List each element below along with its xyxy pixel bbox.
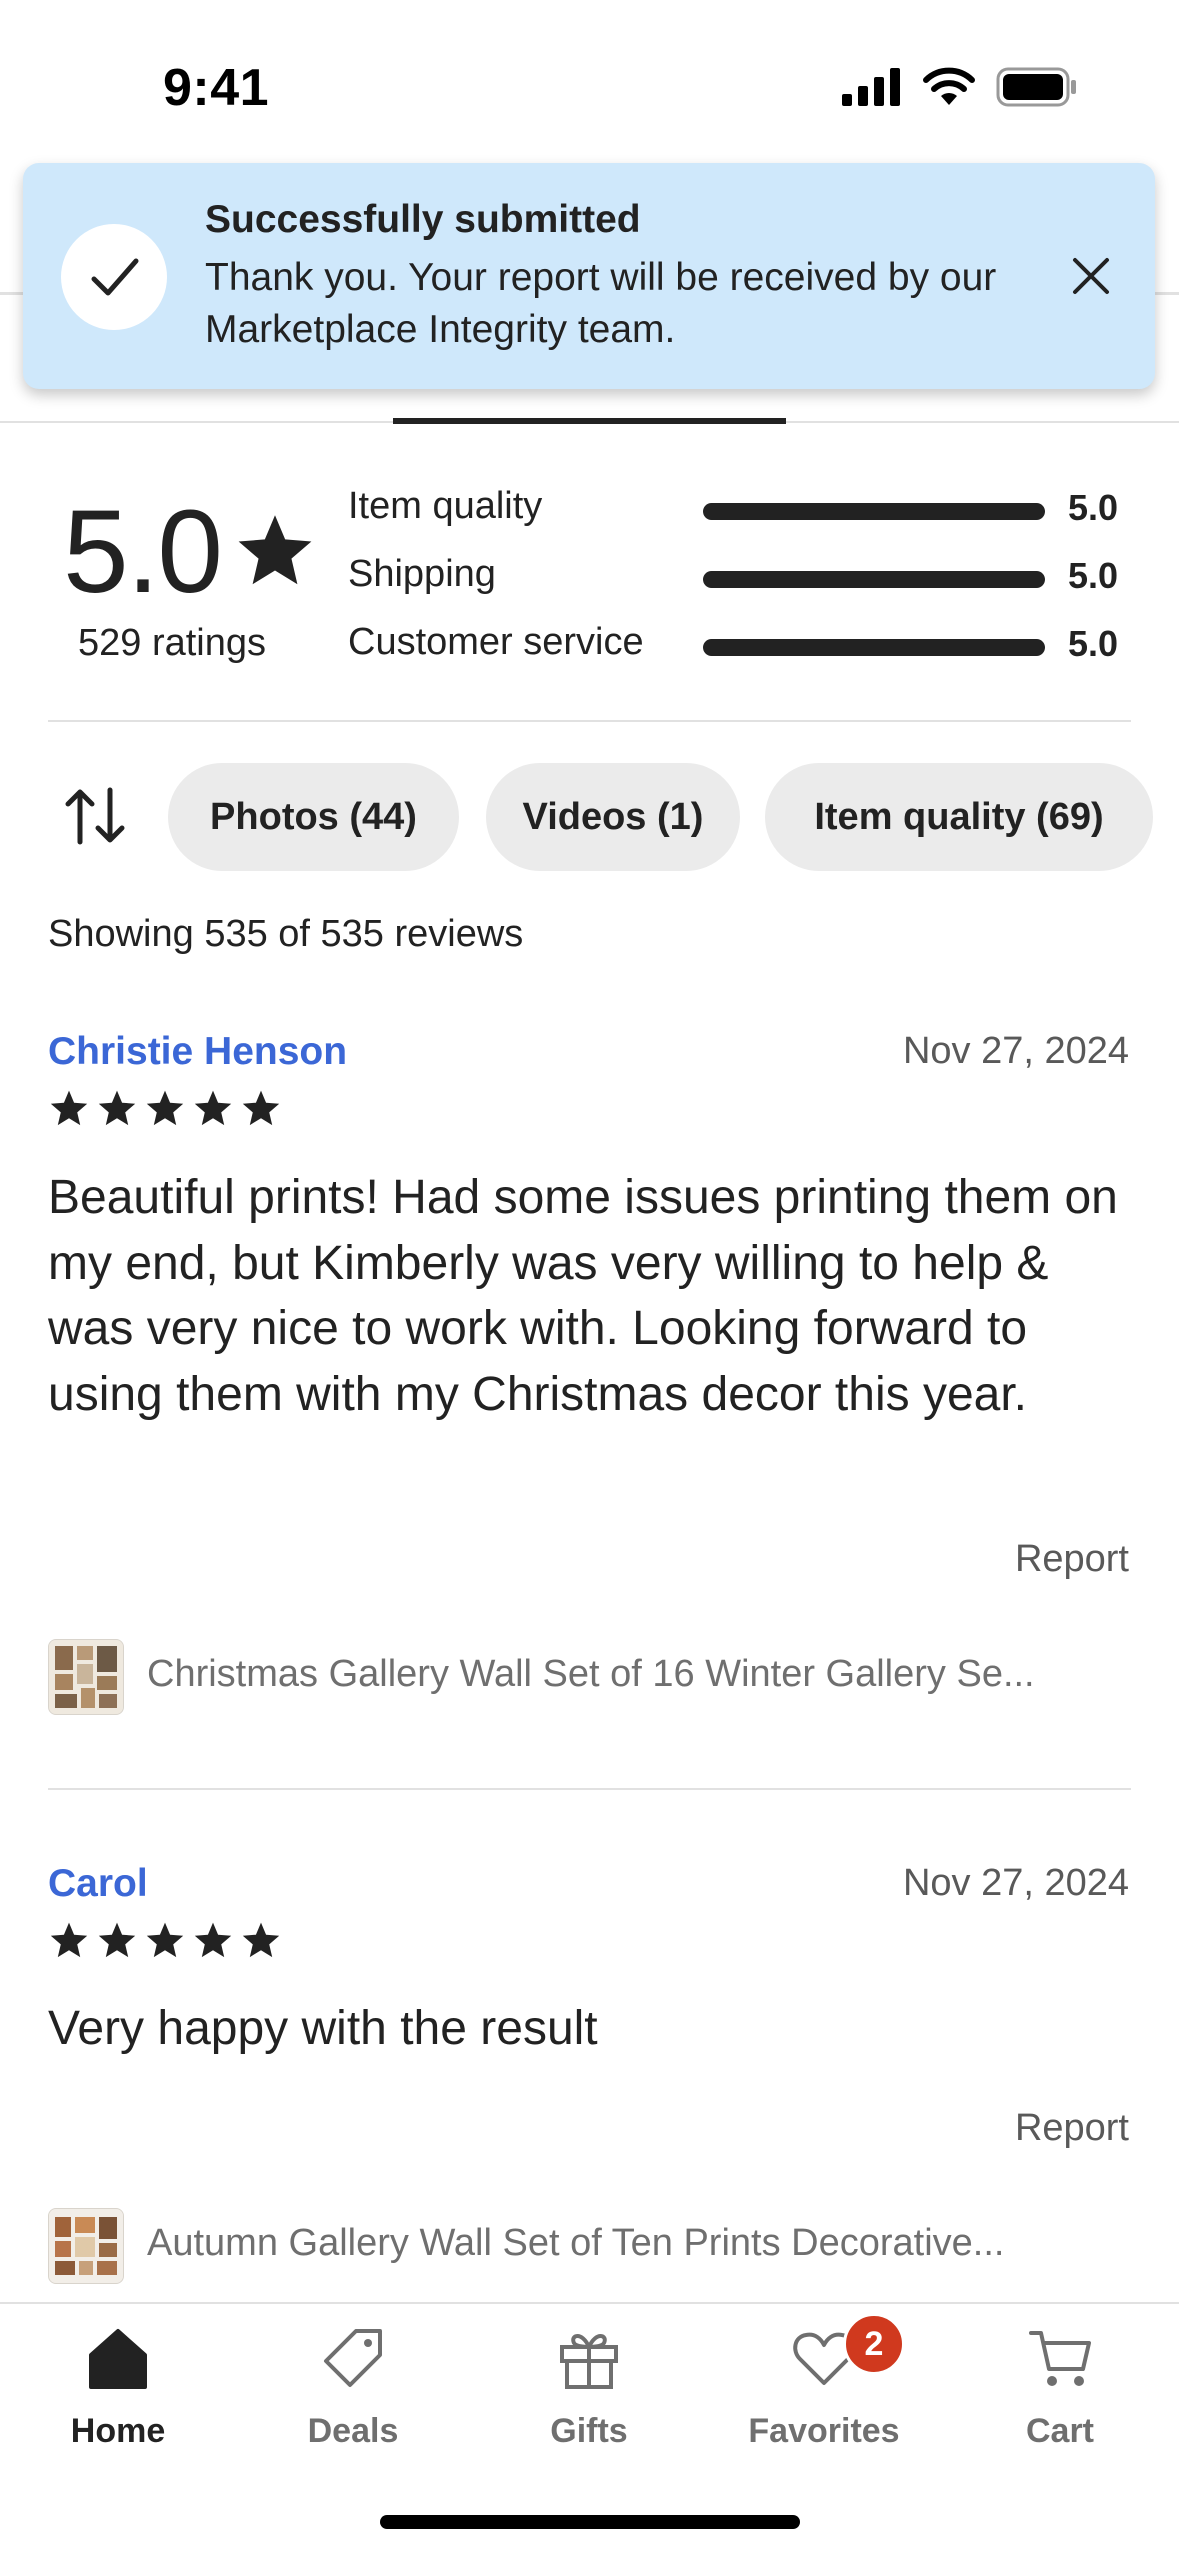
star-rating — [48, 1920, 282, 1964]
nav-cart[interactable]: Cart — [960, 2318, 1160, 2451]
battery-icon — [996, 67, 1076, 107]
star-icon — [242, 1922, 280, 1958]
star-icon — [98, 1922, 136, 1958]
category-value: 5.0 — [1068, 555, 1119, 596]
report-link[interactable]: Report — [1015, 1538, 1129, 1581]
category-bar — [703, 503, 1045, 520]
toast-message: Thank you. Your report will be received … — [205, 256, 997, 351]
reviewer-name[interactable]: Christie Henson — [48, 1030, 347, 1074]
star-icon — [50, 1090, 88, 1126]
star-icon — [194, 1922, 232, 1958]
home-icon — [78, 2318, 158, 2398]
category-label: Item quality — [348, 485, 543, 527]
gift-icon — [549, 2318, 629, 2398]
filter-chip-item-quality[interactable]: Item quality (69) — [765, 763, 1153, 871]
filter-chip-videos[interactable]: Videos (1) — [486, 763, 740, 871]
status-icons — [842, 62, 1078, 112]
star-rating — [48, 1088, 282, 1132]
wifi-icon — [923, 67, 975, 105]
category-label: Customer service — [348, 621, 644, 663]
item-title[interactable]: Autumn Gallery Wall Set of Ten Prints De… — [147, 2222, 1127, 2265]
review-text: Very happy with the result — [48, 2002, 598, 2055]
check-icon — [61, 224, 167, 330]
nav-gifts[interactable]: Gifts — [489, 2318, 689, 2451]
showing-count: Showing 535 of 535 reviews — [48, 913, 524, 955]
nav-label: Cart — [1025, 2412, 1095, 2450]
nav-deals[interactable]: Deals — [253, 2318, 453, 2451]
section-divider — [48, 720, 1131, 722]
nav-label: Deals — [307, 2412, 399, 2450]
active-tab-indicator — [393, 418, 786, 424]
category-value: 5.0 — [1068, 623, 1119, 664]
average-rating: 5.0 — [63, 486, 223, 618]
review-date: Nov 27, 2024 — [902, 1862, 1129, 1904]
report-link[interactable]: Report — [1015, 2107, 1129, 2150]
category-label: Shipping — [348, 553, 496, 595]
nav-label: Favorites — [748, 2412, 900, 2450]
nav-home[interactable]: Home — [18, 2318, 218, 2451]
star-icon — [50, 1922, 88, 1958]
rating-count: 529 ratings — [78, 622, 267, 664]
nav-label: Gifts — [550, 2412, 628, 2450]
star-icon — [194, 1090, 232, 1126]
nav-label: Home — [70, 2412, 166, 2450]
category-bar — [703, 571, 1045, 588]
favorites-badge: 2 — [843, 2313, 905, 2375]
tag-icon — [313, 2318, 393, 2398]
star-icon — [98, 1090, 136, 1126]
cellular-signal-icon — [842, 68, 900, 106]
filter-chip-photos[interactable]: Photos (44) — [168, 763, 459, 871]
category-value: 5.0 — [1068, 487, 1119, 528]
item-title[interactable]: Christmas Gallery Wall Set of 16 Winter … — [147, 1653, 1127, 1696]
item-thumbnail[interactable] — [48, 2208, 124, 2284]
category-bar — [703, 639, 1045, 656]
star-icon — [238, 515, 312, 585]
review-divider — [48, 1788, 1131, 1790]
item-thumbnail[interactable] — [48, 1639, 124, 1715]
star-icon — [242, 1090, 280, 1126]
status-time: 9:41 — [163, 59, 270, 117]
home-indicator — [380, 2515, 800, 2529]
close-icon[interactable] — [1065, 250, 1117, 302]
sort-icon[interactable] — [62, 786, 128, 846]
toast-title: Successfully submitted — [205, 198, 641, 241]
reviewer-name[interactable]: Carol — [48, 1862, 148, 1906]
review-text: Beautiful prints! Had some issues printi… — [48, 1171, 1118, 1421]
star-icon — [146, 1090, 184, 1126]
star-icon — [146, 1922, 184, 1958]
review-date: Nov 27, 2024 — [902, 1030, 1129, 1072]
cart-icon — [1020, 2318, 1100, 2398]
